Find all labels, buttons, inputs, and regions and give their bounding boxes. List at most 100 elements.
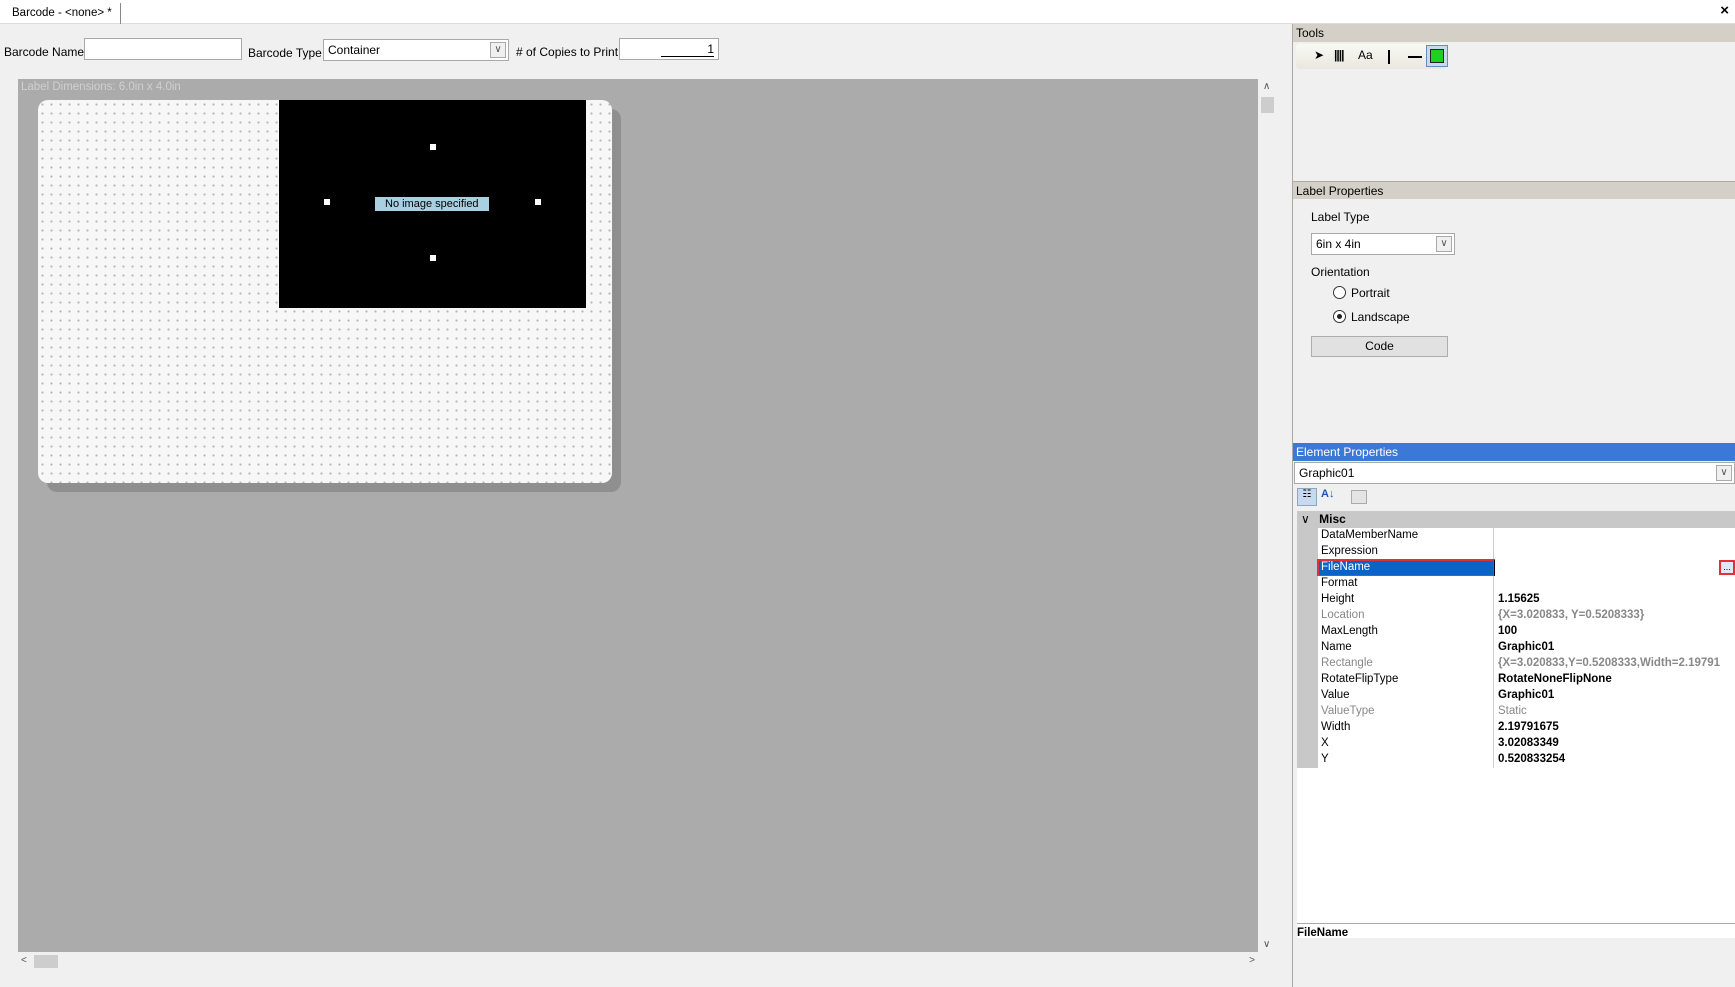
horizontal-line-icon[interactable] <box>1408 56 1422 58</box>
chevron-down-icon[interactable]: ∨ <box>1301 512 1310 526</box>
property-value[interactable]: 3.02083349 <box>1494 736 1735 752</box>
row-gutter <box>1297 528 1318 544</box>
property-pages-icon[interactable] <box>1351 490 1367 504</box>
radio-selected-icon <box>1333 310 1346 323</box>
vertical-scrollbar[interactable]: ∧ ∨ <box>1260 79 1275 952</box>
property-row[interactable]: Location {X=3.020833, Y=0.5208333} <box>1297 608 1735 624</box>
property-row[interactable]: Rectangle {X=3.020833,Y=0.5208333,Width=2… <box>1297 656 1735 672</box>
row-gutter <box>1297 704 1318 720</box>
divider <box>1297 923 1735 924</box>
property-name[interactable]: Rectangle <box>1318 656 1494 672</box>
copies-input[interactable]: 1 <box>619 38 719 60</box>
property-value[interactable]: 2.19791675 <box>1494 720 1735 736</box>
property-row[interactable]: Format <box>1297 576 1735 592</box>
barcode-icon[interactable]: |||| <box>1334 48 1344 62</box>
property-value[interactable]: Graphic01 <box>1494 640 1735 656</box>
scroll-left-icon[interactable]: < <box>21 955 27 966</box>
text-tool-icon[interactable]: Aa <box>1358 48 1373 62</box>
barcode-type-value: Container <box>328 43 381 57</box>
close-icon[interactable]: × <box>1720 2 1729 19</box>
vertical-line-icon[interactable] <box>1388 50 1390 64</box>
horizontal-scroll-thumb[interactable] <box>34 955 58 968</box>
property-value[interactable]: {X=3.020833,Y=0.5208333,Width=2.19791 <box>1494 656 1735 672</box>
property-value[interactable]: {X=3.020833, Y=0.5208333} <box>1494 608 1735 624</box>
property-name[interactable]: Name <box>1318 640 1494 656</box>
property-value[interactable]: 0.520833254 <box>1494 752 1735 768</box>
label-type-label: Label Type <box>1311 210 1370 224</box>
code-button[interactable]: Code <box>1311 336 1448 357</box>
category-misc[interactable]: ∨ Misc <box>1297 511 1735 528</box>
property-name[interactable]: ValueType <box>1318 704 1494 720</box>
property-name[interactable]: Format <box>1318 576 1494 592</box>
property-name[interactable]: FileName <box>1317 559 1495 577</box>
scroll-down-icon[interactable]: ∨ <box>1263 939 1270 950</box>
property-name[interactable]: MaxLength <box>1318 624 1494 640</box>
property-value[interactable]: Graphic01 <box>1494 688 1735 704</box>
property-value[interactable] <box>1494 560 1735 576</box>
property-value[interactable]: RotateNoneFlipNone <box>1494 672 1735 688</box>
resize-handle-top[interactable] <box>430 144 436 150</box>
copies-value: 1 <box>661 42 714 57</box>
barcode-name-label: Barcode Name <box>4 45 85 59</box>
property-name[interactable]: Value <box>1318 688 1494 704</box>
chevron-down-icon[interactable]: ∨ <box>490 42 506 58</box>
property-row[interactable]: MaxLength 100 <box>1297 624 1735 640</box>
chevron-down-icon[interactable]: ∨ <box>1716 465 1732 481</box>
landscape-radio[interactable]: Landscape <box>1333 310 1410 324</box>
property-row[interactable]: Expression <box>1297 544 1735 560</box>
label-type-select[interactable]: 6in x 4in ∨ <box>1311 233 1455 255</box>
tab-bar: Barcode - <none> * × <box>0 0 1735 24</box>
tools-toolbar: ➤ |||| Aa <box>1296 44 1448 69</box>
property-row[interactable]: Name Graphic01 <box>1297 640 1735 656</box>
property-value[interactable]: 1.15625 <box>1494 592 1735 608</box>
property-name[interactable]: Location <box>1318 608 1494 624</box>
property-name[interactable]: Width <box>1318 720 1494 736</box>
scroll-up-icon[interactable]: ∧ <box>1263 81 1270 92</box>
pointer-icon[interactable]: ➤ <box>1314 48 1324 62</box>
property-value[interactable] <box>1494 576 1735 592</box>
property-value[interactable] <box>1494 544 1735 560</box>
label-type-value: 6in x 4in <box>1316 237 1361 251</box>
sort-alphabetical-icon[interactable]: A↓ <box>1321 488 1334 500</box>
vertical-scroll-thumb[interactable] <box>1261 97 1274 113</box>
portrait-radio[interactable]: Portrait <box>1333 286 1390 300</box>
property-row[interactable]: X 3.02083349 <box>1297 736 1735 752</box>
scroll-right-icon[interactable]: > <box>1249 955 1255 966</box>
graphic-element[interactable]: No image specified <box>279 100 586 308</box>
design-canvas[interactable]: Label Dimensions: 6.0in x 4.0in No image… <box>18 79 1258 952</box>
property-row[interactable]: RotateFlipType RotateNoneFlipNone <box>1297 672 1735 688</box>
property-name[interactable]: Expression <box>1318 544 1494 560</box>
property-name[interactable]: RotateFlipType <box>1318 672 1494 688</box>
property-row[interactable]: Y 0.520833254 <box>1297 752 1735 768</box>
element-select[interactable]: Graphic01 ∨ <box>1294 462 1735 484</box>
property-row[interactable]: Value Graphic01 <box>1297 688 1735 704</box>
resize-handle-bottom[interactable] <box>430 255 436 261</box>
image-tool-icon[interactable] <box>1426 45 1448 67</box>
resize-handle-left[interactable] <box>324 199 330 205</box>
barcode-type-label: Barcode Type <box>248 46 322 60</box>
tab-barcode[interactable]: Barcode - <none> * <box>4 3 121 24</box>
property-name[interactable]: DataMemberName <box>1318 528 1494 544</box>
label-properties-header: Label Properties <box>1293 181 1735 199</box>
property-value[interactable]: Static <box>1494 704 1735 720</box>
property-value[interactable] <box>1494 528 1735 544</box>
browse-file-button[interactable]: ... <box>1719 560 1735 575</box>
resize-handle-right[interactable] <box>535 199 541 205</box>
property-name[interactable]: Y <box>1318 752 1494 768</box>
barcode-name-input[interactable] <box>84 38 242 60</box>
property-name[interactable]: X <box>1318 736 1494 752</box>
chevron-down-icon[interactable]: ∨ <box>1436 236 1452 252</box>
barcode-type-select[interactable]: Container ∨ <box>323 39 509 61</box>
property-row[interactable]: DataMemberName <box>1297 528 1735 544</box>
property-value[interactable]: 100 <box>1494 624 1735 640</box>
property-row[interactable]: FileName... <box>1297 559 1735 577</box>
label-paper[interactable]: No image specified <box>38 100 612 483</box>
property-row[interactable]: ValueType Static <box>1297 704 1735 720</box>
property-row[interactable]: Width 2.19791675 <box>1297 720 1735 736</box>
property-grid: DataMemberName Expression FileName... Forma… <box>1297 528 1735 938</box>
property-row[interactable]: Height 1.15625 <box>1297 592 1735 608</box>
property-name[interactable]: Height <box>1318 592 1494 608</box>
categorized-icon[interactable]: ☷ <box>1297 488 1317 506</box>
horizontal-scrollbar[interactable]: < > <box>18 954 1275 969</box>
no-image-text: No image specified <box>375 197 489 211</box>
